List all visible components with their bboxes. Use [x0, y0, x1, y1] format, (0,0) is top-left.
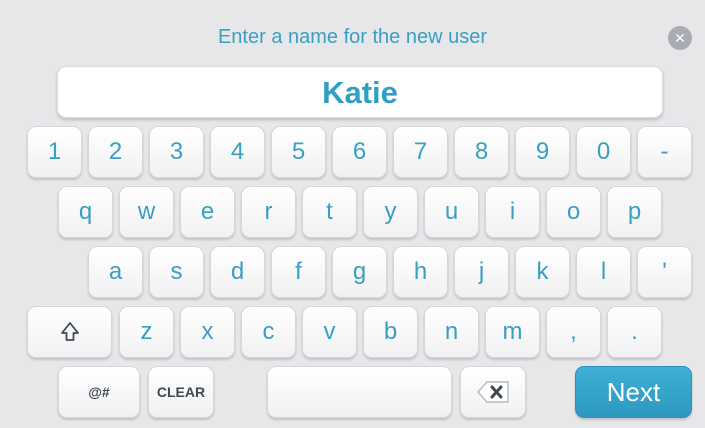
key-6[interactable]: 6	[332, 126, 387, 178]
prompt-title: Enter a name for the new user	[217, 26, 488, 48]
key-5[interactable]: 5	[271, 126, 326, 178]
key-d[interactable]: d	[210, 246, 265, 298]
key-7[interactable]: 7	[393, 126, 448, 178]
key-f[interactable]: f	[271, 246, 326, 298]
shift-key[interactable]	[27, 306, 112, 358]
key-j[interactable]: j	[454, 246, 509, 298]
key-k[interactable]: k	[515, 246, 570, 298]
key-dash[interactable]: -	[637, 126, 692, 178]
key-z[interactable]: z	[119, 306, 174, 358]
key-a[interactable]: a	[88, 246, 143, 298]
key-b[interactable]: b	[363, 306, 418, 358]
key-h[interactable]: h	[393, 246, 448, 298]
key-i[interactable]: i	[485, 186, 540, 238]
key-c[interactable]: c	[241, 306, 296, 358]
key-l[interactable]: l	[576, 246, 631, 298]
key-v[interactable]: v	[302, 306, 357, 358]
key-m[interactable]: m	[485, 306, 540, 358]
key-p[interactable]: p	[607, 186, 662, 238]
key-y[interactable]: y	[363, 186, 418, 238]
key-o[interactable]: o	[546, 186, 601, 238]
key-g[interactable]: g	[332, 246, 387, 298]
name-input[interactable]: Katie	[57, 66, 663, 118]
key-4[interactable]: 4	[210, 126, 265, 178]
next-button[interactable]: Next	[575, 366, 692, 418]
key-w[interactable]: w	[119, 186, 174, 238]
clear-key[interactable]: CLEAR	[148, 366, 214, 418]
key-u[interactable]: u	[424, 186, 479, 238]
key-q[interactable]: q	[58, 186, 113, 238]
symbols-key[interactable]: @#	[58, 366, 140, 418]
shift-icon	[60, 322, 79, 341]
backspace-icon	[477, 381, 509, 403]
key-comma[interactable]: ,	[546, 306, 601, 358]
key-r[interactable]: r	[241, 186, 296, 238]
key-s[interactable]: s	[149, 246, 204, 298]
key-3[interactable]: 3	[149, 126, 204, 178]
key-9[interactable]: 9	[515, 126, 570, 178]
key-x[interactable]: x	[180, 306, 235, 358]
key-0[interactable]: 0	[576, 126, 631, 178]
close-button[interactable]: ✕	[668, 26, 692, 50]
key-e[interactable]: e	[180, 186, 235, 238]
key-t[interactable]: t	[302, 186, 357, 238]
key-8[interactable]: 8	[454, 126, 509, 178]
space-key[interactable]	[267, 366, 452, 418]
key-apostrophe[interactable]: '	[637, 246, 692, 298]
close-icon: ✕	[674, 30, 686, 46]
key-period[interactable]: .	[607, 306, 662, 358]
key-n[interactable]: n	[424, 306, 479, 358]
key-1[interactable]: 1	[27, 126, 82, 178]
key-2[interactable]: 2	[88, 126, 143, 178]
backspace-key[interactable]	[460, 366, 526, 418]
